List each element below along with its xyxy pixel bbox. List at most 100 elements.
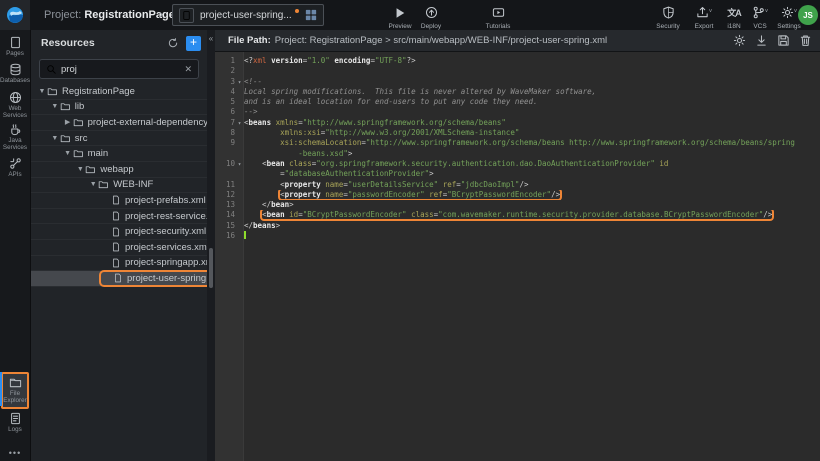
sidebar-item-web-services[interactable]: Web Services (0, 91, 30, 119)
tree-file-project-prefabs.xml[interactable]: project-prefabs.xml (31, 193, 207, 209)
user-avatar[interactable]: JS (798, 5, 818, 25)
export-button[interactable]: ˅Export (687, 4, 721, 30)
save-icon[interactable] (777, 34, 790, 47)
code-line-10[interactable]: 10▾ <bean class="org.springframework.sec… (215, 159, 820, 169)
tree-file-project-springapp.xml[interactable]: project-springapp.xml (31, 256, 207, 272)
tree-label: project-security.xml (125, 226, 206, 237)
code-line-8[interactable]: 8 xmlns:xsi="http://www.w3.org/2001/XMLS… (215, 128, 820, 138)
project-label: Project: (44, 9, 81, 21)
log-icon (9, 412, 22, 425)
file-icon (111, 258, 121, 268)
annotation-highlight: <property name="passwordEncoder" ref="BC… (280, 190, 560, 199)
code-line-11[interactable]: 11 <property name="userDetailsService" r… (215, 180, 820, 190)
wavemaker-logo[interactable] (0, 0, 30, 30)
deploy-button[interactable]: Deploy (414, 4, 448, 30)
sidebar-item-databases[interactable]: Databases (0, 63, 30, 84)
tutorials-button[interactable]: Tutorials (481, 4, 515, 30)
code-line-5[interactable]: 5and is an ideal location for end-users … (215, 97, 820, 107)
folder-icon (9, 376, 22, 389)
security-button[interactable]: Security (651, 4, 685, 30)
code-line-13[interactable]: 13 </bean> (215, 200, 820, 210)
search-input[interactable] (61, 64, 180, 75)
caret-down-icon[interactable]: ▼ (50, 103, 60, 110)
tree-folder-lib[interactable]: ▼lib (31, 100, 207, 116)
tree-file-project-security.xml[interactable]: project-security.xml (31, 224, 207, 240)
sidebar-item-file-explorer[interactable]: File Explorer (1, 372, 29, 409)
add-resource-button[interactable]: + (186, 36, 201, 51)
tree-file-project-rest-service.xml[interactable]: project-rest-service.xml (31, 209, 207, 225)
sidebar-more-button[interactable]: ••• (0, 448, 30, 458)
tree-folder-src[interactable]: ▼src (31, 131, 207, 147)
export-icon (696, 6, 709, 19)
sidebar-item-pages[interactable]: Pages (0, 36, 30, 57)
code-line-2[interactable]: 2 (215, 66, 820, 76)
video-icon (492, 6, 505, 19)
preview-button[interactable]: Preview (383, 4, 417, 30)
translate-icon: 文A (727, 6, 741, 19)
folder-icon (85, 164, 96, 175)
code-line-16[interactable]: 16 (215, 231, 820, 241)
branch-icon (752, 6, 765, 19)
trash-icon[interactable] (799, 34, 812, 47)
tree-file-project-services.xml[interactable]: project-services.xml (31, 240, 207, 256)
code-line-1[interactable]: 1<?xml version="1.0" encoding="UTF-8"?> (215, 56, 820, 66)
code-line-15[interactable]: 15</beans> (215, 221, 820, 231)
filepath-label: File Path: (228, 35, 271, 46)
clear-search-icon[interactable]: ✕ (184, 64, 192, 75)
panel-splitter[interactable]: « (207, 30, 215, 461)
sidebar-item-java-services[interactable]: Java Services (0, 123, 30, 151)
project-breadcrumb: Project: RegistrationPage (44, 9, 175, 21)
tree-label: webapp (100, 164, 133, 175)
resources-panel: Resources + ✕ ▼RegistrationPage▼lib▶proj… (30, 30, 207, 461)
caret-down-icon[interactable]: ▼ (75, 166, 85, 173)
tree-folder-webapp[interactable]: ▼ webapp (31, 162, 207, 178)
caret-down-icon[interactable]: ▼ (88, 181, 98, 188)
caret-down-icon[interactable]: ▼ (50, 135, 60, 142)
download-icon[interactable] (755, 34, 768, 47)
file-icon (111, 211, 121, 221)
tree-folder-main[interactable]: ▼main (31, 146, 207, 162)
refresh-icon[interactable] (167, 37, 179, 49)
folder-icon (60, 133, 71, 144)
tab-project-user-spring[interactable]: project-user-spring... (172, 4, 324, 26)
panel-scrollbar[interactable] (209, 248, 213, 288)
database-icon (9, 63, 22, 76)
fold-caret-icon[interactable]: ▾ (235, 160, 244, 169)
tree-label: project-springapp.xml (125, 257, 207, 268)
code-line-wrap[interactable]: ="databaseAuthenticationProvider"> (215, 169, 820, 179)
code-area[interactable]: 1<?xml version="1.0" encoding="UTF-8"?>2… (215, 52, 820, 461)
tree-folder-project-external-dependency-jars[interactable]: ▶project-external-dependency-jars (31, 115, 207, 131)
text-cursor (244, 231, 246, 239)
tree-label: project-prefabs.xml (125, 195, 206, 206)
chevron-down-icon: ˅ (765, 9, 769, 15)
fold-caret-icon[interactable]: ▾ (235, 119, 244, 128)
caret-down-icon[interactable]: ▼ (63, 150, 73, 157)
tree-folder-RegistrationPage[interactable]: ▼RegistrationPage (31, 84, 207, 100)
fold-caret-icon[interactable]: ▾ (235, 78, 244, 87)
sidebar-item-logs[interactable]: Logs (0, 412, 30, 433)
chevron-right-icon[interactable]: › (159, 7, 163, 21)
tree-file-project-user-spring.xml[interactable]: project-user-spring.xml (31, 271, 207, 287)
tree-folder-WEB-INF[interactable]: ▼WEB-INF (31, 178, 207, 194)
gear-icon[interactable] (733, 34, 746, 47)
sidebar-item-apis[interactable]: APIs (0, 157, 30, 178)
caret-down-icon[interactable]: ▼ (37, 88, 47, 95)
tree-label: project-services.xml (125, 242, 207, 253)
grid-icon[interactable] (305, 9, 317, 21)
code-line-9[interactable]: 9 xsi:schemaLocation="http://www.springf… (215, 138, 820, 148)
file-icon (111, 242, 121, 252)
code-line-7[interactable]: 7▾<beans xmlns="http://www.springframewo… (215, 118, 820, 128)
collapse-panel-icon[interactable]: « (207, 34, 215, 43)
resource-search: ✕ (39, 59, 199, 79)
code-line-wrap[interactable]: -beans.xsd"> (215, 149, 820, 159)
document-icon (179, 8, 194, 23)
code-line-6[interactable]: 6--> (215, 107, 820, 117)
code-line-14[interactable]: 14 <bean id="BCryptPasswordEncoder" clas… (215, 210, 820, 220)
caret-right-icon[interactable]: ▶ (63, 118, 73, 126)
code-line-12[interactable]: 12 <property name="passwordEncoder" ref=… (215, 190, 820, 200)
resources-title: Resources (41, 37, 167, 49)
code-line-3[interactable]: 3▾<!-- (215, 77, 820, 87)
annotation-highlight: <bean id="BCryptPasswordEncoder" class="… (262, 210, 772, 219)
code-line-4[interactable]: 4Local spring modifications. This file i… (215, 87, 820, 97)
file-icon (111, 195, 121, 205)
